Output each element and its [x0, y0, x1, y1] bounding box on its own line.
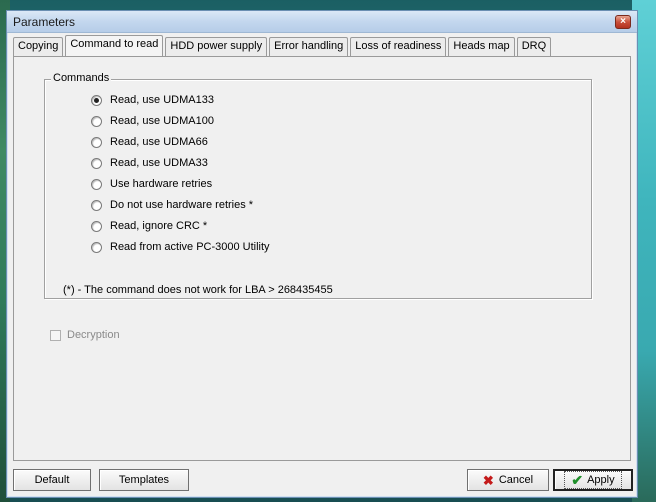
radio-option[interactable]: Read, use UDMA133	[91, 92, 214, 108]
radio-button[interactable]	[91, 241, 102, 253]
radio-button[interactable]	[91, 136, 102, 148]
radio-button[interactable]	[91, 157, 102, 169]
radio-button[interactable]	[91, 220, 102, 232]
x-icon: ✖	[482, 472, 494, 488]
radio-label: Do not use hardware retries *	[110, 199, 254, 211]
parameters-dialog: Parameters × Copying Command to read HDD…	[6, 10, 638, 498]
decryption-label: Decryption	[67, 329, 120, 341]
radio-option[interactable]: Read, use UDMA100	[91, 113, 214, 129]
window-title: Parameters	[13, 15, 76, 29]
radio-option[interactable]: Read, use UDMA66	[91, 134, 208, 150]
radio-label: Read, use UDMA33	[110, 157, 208, 169]
radio-option[interactable]: Read, use UDMA33	[91, 155, 208, 171]
cancel-button[interactable]: ✖ Cancel	[467, 469, 549, 491]
apply-button[interactable]: ✔ Apply	[553, 469, 633, 491]
close-icon: ×	[620, 16, 626, 27]
templates-button-label: Templates	[118, 474, 170, 486]
tab-hdd-power-supply[interactable]: HDD power supply	[165, 37, 268, 56]
cancel-button-label: Cancel	[498, 474, 534, 486]
radio-option[interactable]: Read, ignore CRC *	[91, 218, 207, 234]
radio-option[interactable]: Do not use hardware retries *	[91, 197, 253, 213]
apply-button-label: Apply	[587, 474, 615, 486]
tab-error-handling[interactable]: Error handling	[269, 37, 349, 56]
radio-option[interactable]: Use hardware retries	[91, 176, 212, 192]
commands-group-legend: Commands	[51, 72, 112, 84]
radio-button[interactable]	[91, 199, 102, 211]
commands-note: (*) - The command does not work for LBA …	[63, 284, 333, 296]
close-button[interactable]: ×	[615, 15, 631, 29]
button-bar: Default Templates ✖ Cancel ✔ Apply	[13, 465, 633, 495]
tab-drq[interactable]: DRQ	[516, 37, 552, 56]
decryption-option[interactable]: Decryption	[50, 329, 120, 341]
tab-loss-of-readiness[interactable]: Loss of readiness	[350, 37, 447, 56]
radio-button[interactable]	[91, 178, 102, 190]
check-icon: ✔	[571, 472, 584, 488]
tab-command-to-read[interactable]: Command to read	[65, 35, 164, 56]
tab-strip: Copying Command to read HDD power supply…	[13, 35, 553, 57]
templates-button[interactable]: Templates	[99, 469, 189, 491]
radio-label: Use hardware retries	[110, 178, 213, 190]
radio-label: Read, use UDMA133	[110, 94, 214, 106]
apply-button-focus: ✔ Apply	[564, 471, 622, 489]
default-button-label: Default	[34, 474, 70, 486]
radio-option[interactable]: Read from active PC-3000 Utility	[91, 239, 270, 255]
radio-button[interactable]	[91, 94, 102, 106]
radio-label: Read, use UDMA66	[110, 136, 208, 148]
radio-label: Read, ignore CRC *	[110, 220, 208, 232]
radio-button[interactable]	[91, 115, 102, 127]
tab-panel: Commands Read, use UDMA133 Read, use UDM…	[13, 56, 631, 461]
default-button[interactable]: Default	[13, 469, 91, 491]
commands-group: Commands Read, use UDMA133 Read, use UDM…	[44, 72, 592, 299]
radio-label: Read from active PC-3000 Utility	[110, 241, 270, 253]
title-bar[interactable]: Parameters ×	[7, 11, 637, 33]
decryption-checkbox[interactable]	[50, 329, 61, 341]
tab-copying[interactable]: Copying	[13, 37, 64, 56]
tab-heads-map[interactable]: Heads map	[448, 37, 515, 56]
radio-label: Read, use UDMA100	[110, 115, 214, 127]
